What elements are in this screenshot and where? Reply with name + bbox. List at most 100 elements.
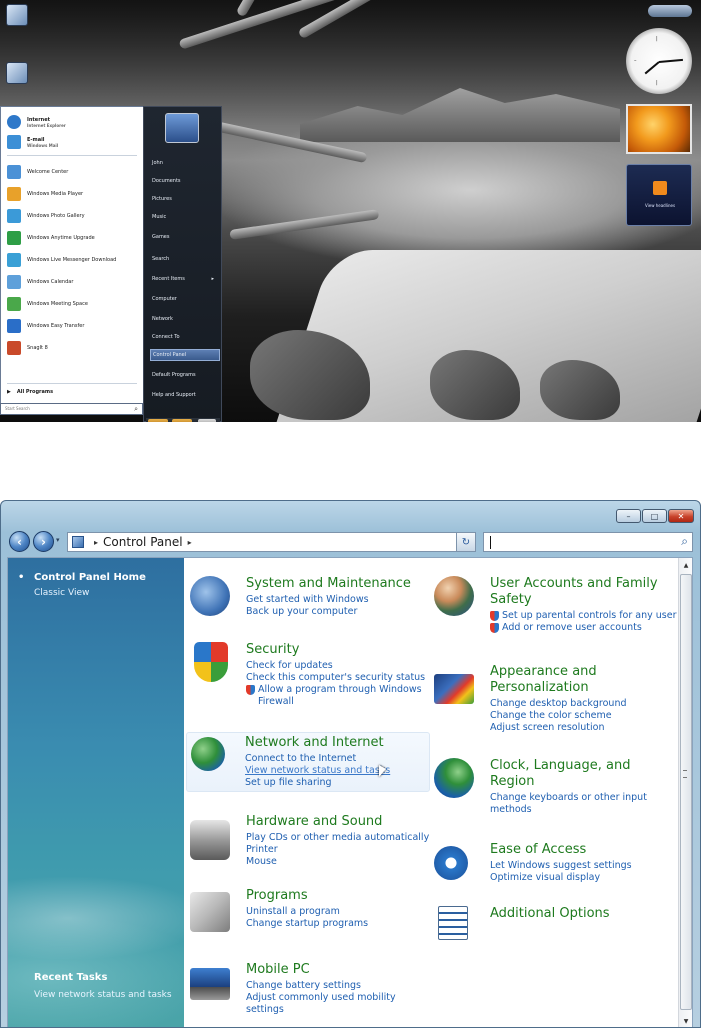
start-place-connect-to[interactable]: Connect To bbox=[150, 331, 220, 343]
task-link[interactable]: Check this computer's security status bbox=[246, 672, 425, 684]
slideshow-gadget[interactable] bbox=[626, 104, 692, 154]
category-links: Get started with Windows Back up your co… bbox=[246, 594, 369, 618]
nav-control-panel-home[interactable]: Control Panel Home bbox=[18, 572, 146, 583]
start-recent-item[interactable]: Windows Calendar bbox=[7, 273, 141, 291]
start-place-network[interactable]: Network bbox=[150, 313, 220, 325]
forward-button[interactable]: › bbox=[33, 531, 54, 552]
start-search-input[interactable]: Start Search ⌕ bbox=[0, 403, 143, 415]
category-title[interactable]: System and Maintenance bbox=[246, 576, 411, 592]
category-title[interactable]: Mobile PC bbox=[246, 962, 310, 978]
start-place-recent-items[interactable]: Recent Items ▸ bbox=[150, 273, 220, 285]
search-input[interactable]: ⌕ bbox=[483, 532, 693, 552]
task-link[interactable]: Play CDs or other media automatically bbox=[246, 832, 429, 844]
user-picture-avatar[interactable] bbox=[165, 113, 199, 143]
scrollbar-thumb[interactable] bbox=[680, 574, 692, 1010]
start-recent-item[interactable]: Windows Anytime Upgrade bbox=[7, 229, 141, 247]
window-titlebar[interactable]: – □ ✕ bbox=[1, 501, 700, 529]
start-recent-item[interactable]: Windows Media Player bbox=[7, 185, 141, 203]
task-link[interactable]: Firewall bbox=[246, 696, 425, 708]
task-link[interactable]: Set up parental controls for any user bbox=[490, 610, 677, 622]
start-place-help-support[interactable]: Help and Support bbox=[150, 389, 220, 401]
scroll-up-icon[interactable]: ▲ bbox=[679, 558, 693, 572]
task-link-hovered[interactable]: View network status and tasks bbox=[245, 765, 390, 777]
category-links: Set up parental controls for any user Ad… bbox=[490, 610, 677, 634]
task-link[interactable]: Change the color scheme bbox=[490, 710, 627, 722]
history-dropdown-icon[interactable]: ▾ bbox=[56, 536, 60, 544]
start-place-search[interactable]: Search bbox=[150, 253, 220, 265]
start-place-documents[interactable]: Documents bbox=[150, 175, 220, 187]
category-title[interactable]: Programs bbox=[246, 888, 308, 904]
category-title[interactable]: Hardware and Sound bbox=[246, 814, 382, 830]
task-link[interactable]: Change battery settings bbox=[246, 980, 396, 992]
feed-headlines-gadget[interactable]: View headlines bbox=[626, 164, 692, 226]
task-link[interactable]: Add or remove user accounts bbox=[490, 622, 677, 634]
all-programs-button[interactable]: ▶ All Programs bbox=[7, 389, 53, 395]
category-title[interactable]: Additional Options bbox=[490, 906, 610, 922]
task-link[interactable]: methods bbox=[490, 804, 647, 816]
nav-classic-view[interactable]: Classic View bbox=[34, 588, 89, 598]
start-recent-item[interactable]: Windows Photo Gallery bbox=[7, 207, 141, 225]
task-link[interactable]: Mouse bbox=[246, 856, 429, 868]
start-recent-item[interactable]: Windows Meeting Space bbox=[7, 295, 141, 313]
task-link[interactable]: Let Windows suggest settings bbox=[490, 860, 632, 872]
category-title[interactable]: User Accounts and Family Safety bbox=[490, 576, 658, 608]
task-link[interactable]: Uninstall a program bbox=[246, 906, 368, 918]
breadcrumb-control-panel[interactable]: Control Panel bbox=[103, 535, 183, 549]
desktop-folder-icon[interactable] bbox=[6, 62, 28, 84]
start-recent-item[interactable]: Welcome Center bbox=[7, 163, 141, 181]
start-place-default-programs[interactable]: Default Programs bbox=[150, 369, 220, 381]
task-link[interactable]: Get started with Windows bbox=[246, 594, 369, 606]
task-link[interactable]: Back up your computer bbox=[246, 606, 369, 618]
task-link[interactable]: Change desktop background bbox=[490, 698, 627, 710]
lock-button[interactable] bbox=[172, 419, 192, 422]
start-recent-item[interactable]: Windows Live Messenger Download bbox=[7, 251, 141, 269]
search-icon[interactable]: ⌕ bbox=[681, 534, 688, 549]
recent-task-link[interactable]: View network status and tasks bbox=[34, 990, 172, 1000]
task-link[interactable]: settings bbox=[246, 1004, 396, 1016]
start-place-user[interactable]: John bbox=[150, 157, 220, 169]
category-title[interactable]: Appearance and Personalization bbox=[490, 664, 597, 696]
category-title[interactable]: Ease of Access bbox=[490, 842, 586, 858]
start-place-music[interactable]: Music bbox=[150, 211, 220, 223]
task-link[interactable]: Connect to the Internet bbox=[245, 753, 390, 765]
task-link[interactable]: Adjust commonly used mobility bbox=[246, 992, 396, 1004]
start-pinned-email[interactable]: E-mail Windows Mail bbox=[7, 133, 141, 151]
vertical-scrollbar[interactable]: ▲ ▼ bbox=[678, 558, 693, 1027]
back-button[interactable]: ‹ bbox=[9, 531, 30, 552]
category-title[interactable]: Security bbox=[246, 642, 299, 658]
maximize-button[interactable]: □ bbox=[642, 509, 667, 523]
task-link[interactable]: Check for updates bbox=[246, 660, 425, 672]
task-link[interactable]: Change keyboards or other input bbox=[490, 792, 647, 804]
power-button[interactable] bbox=[148, 419, 168, 422]
task-link[interactable]: Change startup programs bbox=[246, 918, 368, 930]
start-place-games[interactable]: Games bbox=[150, 231, 220, 243]
breadcrumb-separator[interactable]: ▸ bbox=[188, 538, 192, 547]
scroll-down-icon[interactable]: ▼ bbox=[679, 1014, 693, 1027]
task-link[interactable]: Set up file sharing bbox=[245, 777, 390, 789]
task-link[interactable]: Allow a program through Windows bbox=[246, 684, 425, 696]
start-recent-item[interactable]: Windows Easy Transfer bbox=[7, 317, 141, 335]
start-place-computer[interactable]: Computer bbox=[150, 293, 220, 305]
desktop-recycle-bin-icon[interactable] bbox=[6, 4, 28, 26]
address-bar[interactable]: ▸ Control Panel ▸ ▾ bbox=[67, 532, 474, 552]
task-link[interactable]: Adjust screen resolution bbox=[490, 722, 627, 734]
refresh-button[interactable]: ↻ bbox=[456, 532, 476, 552]
power-options-button[interactable] bbox=[198, 419, 216, 422]
minimize-button[interactable]: – bbox=[616, 509, 641, 523]
breadcrumb-separator[interactable]: ▸ bbox=[94, 538, 98, 547]
search-icon: ⌕ bbox=[134, 405, 138, 413]
category-hardware-sound: Hardware and Sound Play CDs or other med… bbox=[190, 814, 430, 880]
category-title[interactable]: Clock, Language, and Region bbox=[490, 758, 630, 790]
task-link[interactable]: Optimize visual display bbox=[490, 872, 632, 884]
task-link[interactable]: Printer bbox=[246, 844, 429, 856]
start-pinned-internet[interactable]: Internet Internet Explorer bbox=[7, 113, 141, 131]
sidebar-toggle[interactable] bbox=[648, 5, 692, 17]
feed-gadget-label[interactable]: View headlines bbox=[627, 203, 693, 208]
media-player-icon bbox=[7, 187, 21, 201]
start-recent-item[interactable]: SnagIt 8 bbox=[7, 339, 141, 357]
start-place-control-panel[interactable]: Control Panel bbox=[150, 349, 220, 361]
clock-hour-hand bbox=[644, 61, 660, 75]
category-title[interactable]: Network and Internet bbox=[245, 735, 384, 751]
close-button[interactable]: ✕ bbox=[668, 509, 694, 523]
start-place-pictures[interactable]: Pictures bbox=[150, 193, 220, 205]
